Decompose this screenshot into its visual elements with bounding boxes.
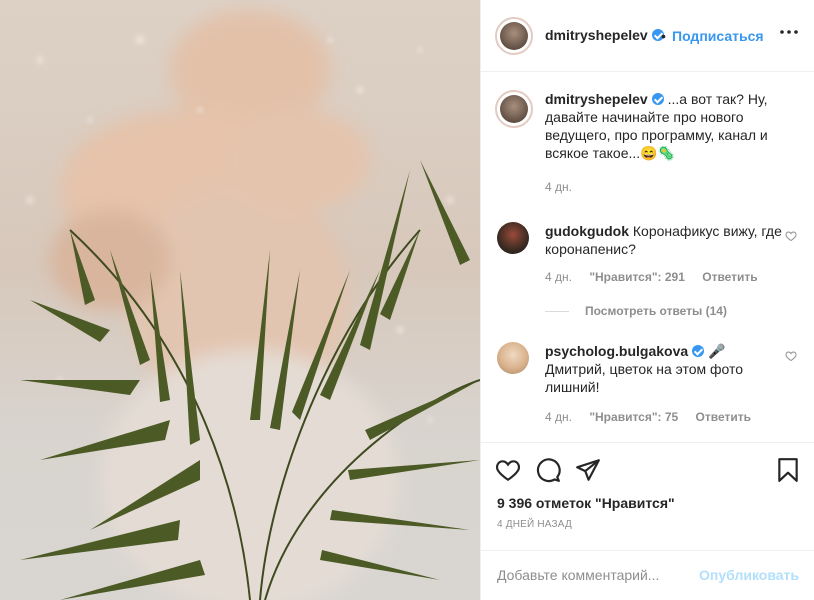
- microphone-badge: 🎤: [708, 343, 726, 359]
- author-username[interactable]: dmitryshepelev: [545, 27, 648, 43]
- verified-badge-icon: [651, 93, 664, 105]
- caption-username[interactable]: dmitryshepelev: [545, 91, 648, 107]
- commenter-avatar[interactable]: [497, 342, 529, 374]
- comment-meta: 4 дн. "Нравится": 291 Ответить: [545, 270, 772, 284]
- reply-button[interactable]: Ответить: [702, 270, 757, 284]
- comment-text-block: gudokgudok Коронафикус вижу, где коронап…: [545, 222, 785, 258]
- likes-count[interactable]: 9 396 отметок "Нравится": [497, 495, 675, 511]
- post-photo[interactable]: [0, 0, 480, 600]
- comment-likes[interactable]: "Нравится": 291: [589, 270, 685, 284]
- reply-button[interactable]: Ответить: [696, 410, 751, 424]
- view-replies-button[interactable]: Посмотреть ответы (14): [545, 304, 727, 318]
- avatar-image: [500, 22, 528, 50]
- caption-meta: 4 дн.: [545, 180, 586, 194]
- comment-input[interactable]: Добавьте комментарий...: [497, 567, 659, 583]
- comment-username[interactable]: gudokgudok: [545, 223, 629, 239]
- comment-icon[interactable]: [535, 457, 561, 483]
- caption: dmitryshepelev ...а вот так? Ну, давайте…: [495, 90, 797, 200]
- comment-meta: 4 дн. "Нравится": 75 Ответить: [545, 410, 765, 424]
- author-avatar[interactable]: [495, 17, 533, 55]
- post-side-panel: dmitryshepelev • Подписаться dmitryshepe…: [480, 0, 814, 600]
- caption-time[interactable]: 4 дн.: [545, 180, 572, 194]
- comment-text-block: psycholog.bulgakova 🎤 Дмитрий, цветок на…: [545, 342, 785, 396]
- shower-palm-image: [20, 10, 480, 600]
- share-icon[interactable]: [575, 457, 601, 483]
- instagram-post-view: dmitryshepelev • Подписаться dmitryshepe…: [0, 0, 814, 600]
- comment-like-icon[interactable]: [785, 350, 797, 362]
- comment-text: Дмитрий, цветок на этом фото лишний!: [545, 361, 744, 395]
- caption-avatar[interactable]: [495, 90, 533, 128]
- bookmark-icon[interactable]: [775, 457, 801, 483]
- header-separator: •: [661, 28, 666, 44]
- more-options-icon[interactable]: [779, 22, 799, 42]
- comment-item: gudokgudok Коронафикус вижу, где коронап…: [497, 222, 797, 318]
- comment-username[interactable]: psycholog.bulgakova: [545, 343, 688, 359]
- follow-button[interactable]: Подписаться: [672, 28, 764, 44]
- comment-like-icon[interactable]: [785, 230, 797, 242]
- heart-icon[interactable]: [495, 457, 521, 483]
- comment-likes[interactable]: "Нравится": 75: [589, 410, 678, 424]
- post-header: dmitryshepelev • Подписаться: [481, 0, 814, 72]
- add-comment-bar: Добавьте комментарий... Опубликовать: [481, 550, 814, 600]
- post-actions: 9 396 отметок "Нравится" 4 ДНЕЙ НАЗАД: [481, 442, 814, 550]
- header-user: dmitryshepelev: [545, 27, 664, 45]
- comment-time[interactable]: 4 дн.: [545, 410, 572, 424]
- publish-button[interactable]: Опубликовать: [699, 567, 799, 583]
- post-date[interactable]: 4 ДНЕЙ НАЗАД: [497, 519, 572, 530]
- comments-list[interactable]: dmitryshepelev ...а вот так? Ну, давайте…: [481, 72, 814, 442]
- comment-item: psycholog.bulgakova 🎤 Дмитрий, цветок на…: [497, 342, 797, 442]
- comment-time[interactable]: 4 дн.: [545, 270, 572, 284]
- avatar-image: [500, 95, 528, 123]
- caption-text-block: dmitryshepelev ...а вот так? Ну, давайте…: [545, 90, 785, 162]
- commenter-avatar[interactable]: [497, 222, 529, 254]
- verified-badge-icon: [692, 345, 705, 357]
